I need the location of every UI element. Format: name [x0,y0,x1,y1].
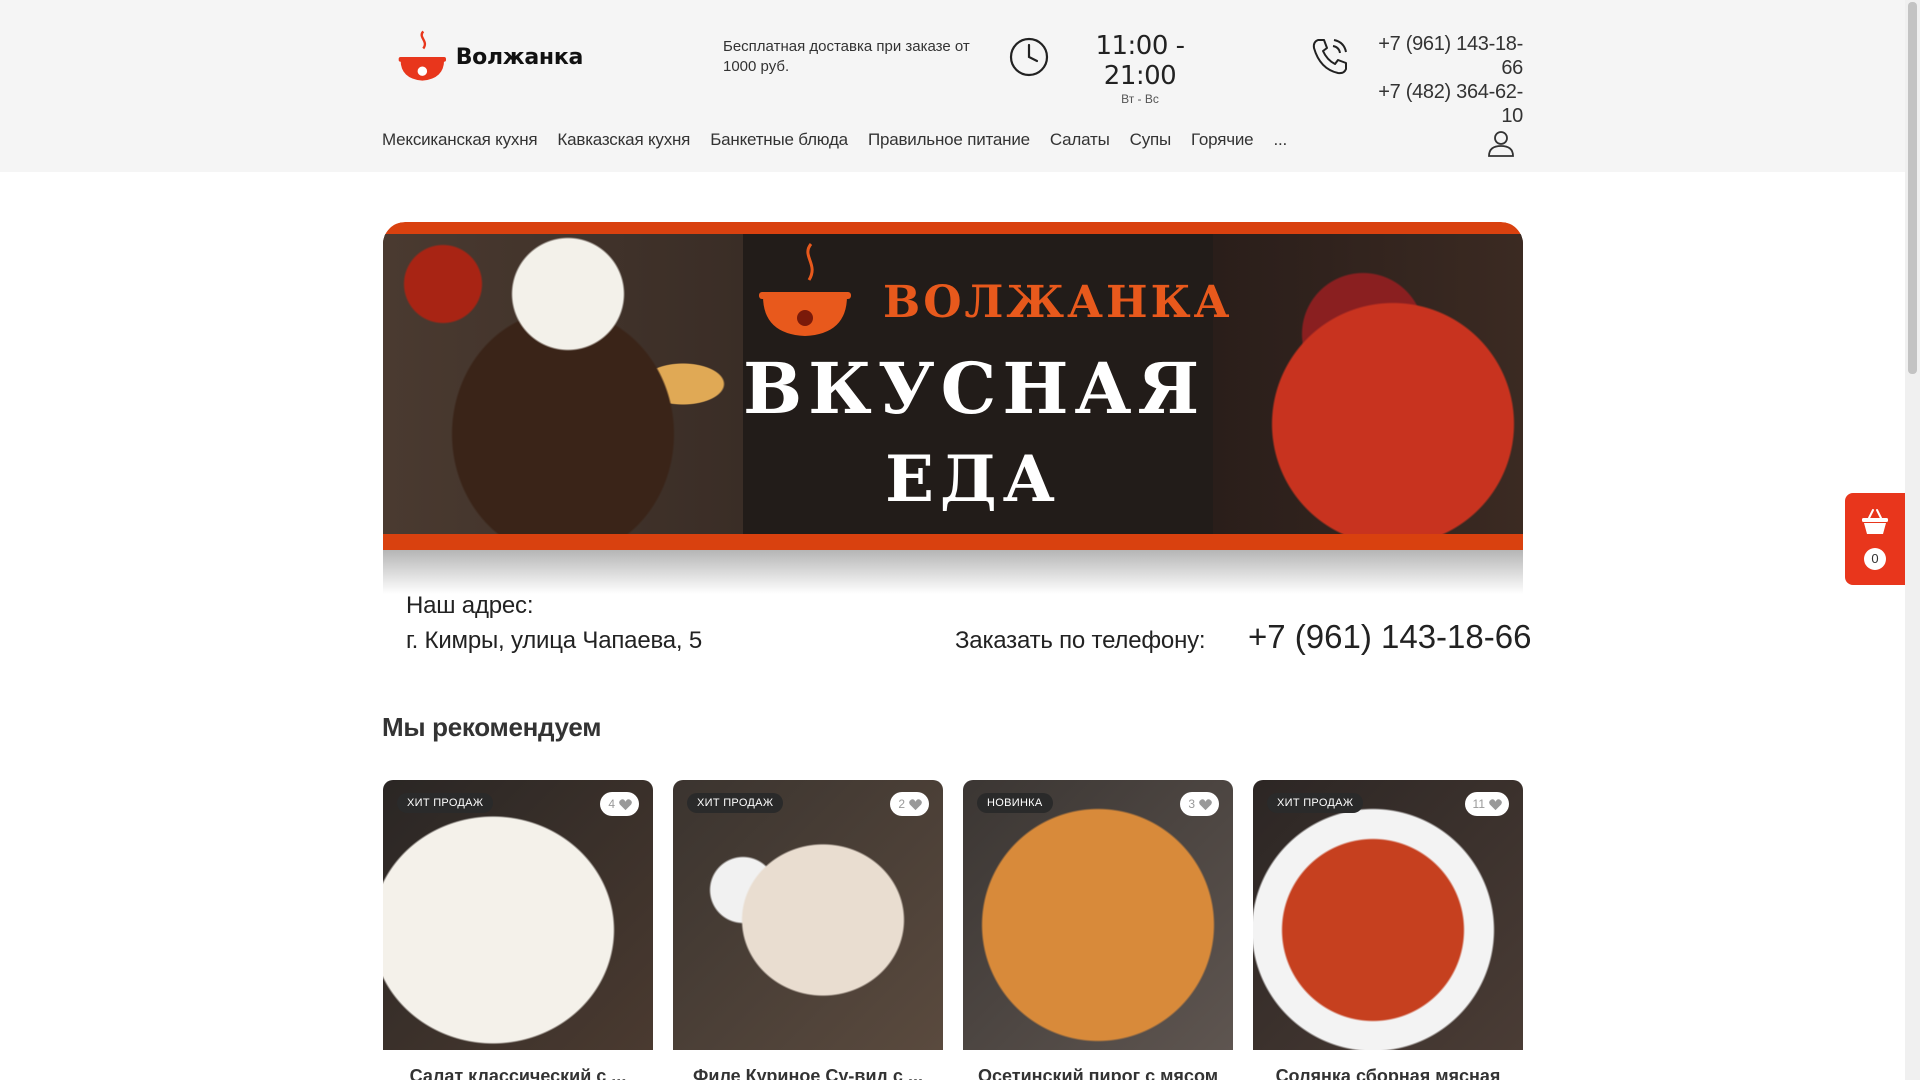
product-name[interactable]: Солянка сборная мясная [1253,1066,1523,1080]
nav-item-mexican[interactable]: Мексиканская кухня [382,130,538,150]
banner-food-image-left [383,234,743,534]
like-count: 4 [608,797,615,811]
user-icon[interactable] [1486,128,1516,158]
hero-banner[interactable]: ВОЛЖАНКА ВКУСНАЯ ЕДА [383,222,1523,594]
page-scrollbar[interactable] [1905,0,1920,1080]
product-badge: ХИТ ПРОДАЖ [687,793,784,813]
like-count: 3 [1188,797,1195,811]
order-phone-label: Заказать по телефону: [955,627,1206,654]
banner-title-line-1: ВКУСНАЯ [743,347,1206,430]
address-value: г. Кимры, улица Чапаева, 5 [406,627,702,654]
banner-food-image-right [1213,234,1523,534]
phone-numbers: +7 (961) 143-18-66 +7 (482) 364-62-10 [1370,32,1523,128]
nav-item-banquet[interactable]: Банкетные блюда [710,130,848,150]
site-logo[interactable]: Волжанка [393,25,583,89]
product-cards: ХИТ ПРОДАЖ 4 Салат классический с ... ХИ… [383,780,1543,1080]
product-image[interactable]: ХИТ ПРОДАЖ 4 [383,780,653,1050]
nav-item-hot[interactable]: Горячие [1191,130,1254,150]
nav-item-healthy[interactable]: Правильное питание [868,130,1030,150]
product-name[interactable]: Осетинский пирог с мясом [963,1066,1233,1080]
like-button[interactable]: 2 [890,792,929,816]
product-image[interactable]: ХИТ ПРОДАЖ 2 [673,780,943,1050]
nav-item-soups[interactable]: Супы [1130,130,1172,150]
category-nav: Мексиканская кухня Кавказская кухня Банк… [382,130,1307,150]
banner-bottom-strip [383,550,1523,594]
working-hours: 11:00 - 21:00 Вт - Вс [1071,31,1209,106]
like-button[interactable]: 4 [600,792,639,816]
clock-icon [1009,37,1049,77]
nav-item-caucasian[interactable]: Кавказская кухня [557,130,690,150]
banner-soup-bowl-icon [759,243,851,336]
banner-brand: ВОЛЖАНКА [883,277,1233,328]
product-card[interactable]: ХИТ ПРОДАЖ 2 Филе Куриное Су-вид с ... [673,780,943,1080]
product-name[interactable]: Филе Куриное Су-вид с ... [673,1066,943,1080]
cart-count-badge: 0 [1864,548,1886,570]
like-button[interactable]: 3 [1180,792,1219,816]
like-count: 2 [898,797,905,811]
product-badge: ХИТ ПРОДАЖ [397,793,494,813]
product-name[interactable]: Салат классический с ... [383,1066,653,1080]
phone-icon [1312,39,1347,75]
product-image[interactable]: ХИТ ПРОДАЖ 11 [1253,780,1523,1050]
address-label: Наш адрес: [406,592,534,619]
hours-days: Вт - Вс [1121,92,1159,106]
hours-time: 11:00 - 21:00 [1095,31,1185,91]
product-badge: НОВИНКА [977,793,1053,813]
like-button[interactable]: 11 [1464,792,1509,816]
banner-title-line-2: ЕДА [885,442,1061,517]
phone-link-2[interactable]: +7 (482) 364-62-10 [1370,80,1523,128]
order-phone-number[interactable]: +7 (961) 143-18-66 [1248,618,1531,656]
phone-link-1[interactable]: +7 (961) 143-18-66 [1370,32,1523,80]
heart-icon [1489,798,1502,810]
product-card[interactable]: НОВИНКА 3 Осетинский пирог с мясом [963,780,1233,1080]
product-card[interactable]: ХИТ ПРОДАЖ 11 Солянка сборная мясная [1253,780,1523,1080]
product-badge: ХИТ ПРОДАЖ [1267,793,1364,813]
like-count: 11 [1472,797,1485,811]
soup-bowl-logo-icon [398,30,447,81]
product-card[interactable]: ХИТ ПРОДАЖ 4 Салат классический с ... [383,780,653,1080]
heart-icon [1199,798,1212,810]
heart-icon [619,798,632,810]
scrollbar-thumb[interactable] [1908,2,1917,374]
nav-item-more[interactable]: ... [1273,130,1287,150]
recommend-title: Мы рекомендуем [382,712,602,742]
nav-item-salads[interactable]: Салаты [1050,130,1110,150]
product-image[interactable]: НОВИНКА 3 [963,780,1233,1050]
heart-icon [909,798,922,810]
site-header: Волжанка Бесплатная доставка при заказе … [0,0,1905,172]
brand-name: Волжанка [455,44,584,70]
delivery-info: Бесплатная доставка при заказе от 1000 р… [723,38,970,75]
basket-icon [1862,509,1888,534]
floating-cart-button[interactable]: 0 [1845,493,1905,585]
